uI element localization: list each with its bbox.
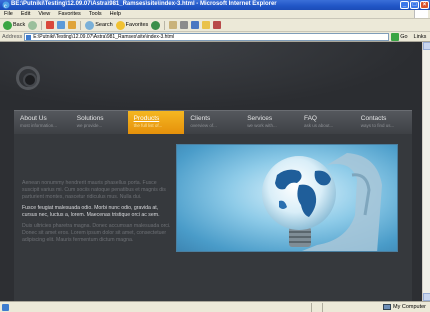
mail-button[interactable] — [169, 21, 178, 29]
menu-view[interactable]: View — [38, 11, 50, 17]
search-label: Search — [95, 22, 113, 28]
toolbar-separator — [41, 20, 43, 30]
menu-help[interactable]: Help — [110, 11, 121, 17]
nav-subtitle: ways to find us... — [360, 123, 395, 128]
go-label: Go — [400, 33, 408, 40]
zone-label: My Computer — [392, 304, 426, 310]
toolbar-separator — [80, 20, 82, 30]
page-done-icon — [2, 303, 9, 311]
globe-lightbulb-illustration — [262, 153, 382, 251]
tools-icon — [213, 21, 222, 29]
nav-title: Services — [247, 115, 273, 122]
maximize-button[interactable]: □ — [410, 1, 419, 9]
toolbar: Back Search Favorites — [0, 19, 430, 32]
nav-subtitle: we work with... — [247, 123, 277, 128]
main-content: Aenean nonummy hendrerit mauris phasellu… — [14, 134, 412, 301]
folder-button[interactable] — [202, 21, 211, 29]
folder-icon — [202, 21, 211, 29]
nav-subtitle: we provide... — [76, 123, 103, 128]
nav-about-us[interactable]: About Us most information... — [14, 111, 71, 135]
nav-products[interactable]: Products the full list of... — [127, 111, 185, 135]
nav-clients[interactable]: Clients overview of... — [184, 111, 241, 135]
nav-title: Contacts — [360, 115, 387, 122]
nav-subtitle: overview of... — [190, 123, 217, 128]
nav-faq[interactable]: FAQ ask us about... — [298, 111, 355, 135]
scroll-down-button[interactable] — [423, 293, 430, 301]
favorites-button[interactable]: Favorites — [115, 20, 149, 30]
windows-logo-icon — [414, 10, 428, 18]
stop-button[interactable] — [46, 21, 55, 29]
web-page: About Us most information... Solutions w… — [0, 42, 422, 301]
stop-icon — [46, 21, 55, 29]
back-arrow-icon — [3, 20, 12, 30]
tools-button[interactable] — [213, 21, 222, 29]
internet-explorer-icon: e — [2, 1, 10, 9]
detail-paragraph: Duis ultricies pharetra magna. Donec acc… — [22, 223, 171, 243]
history-icon — [151, 20, 161, 30]
nav-subtitle: most information... — [20, 123, 58, 128]
window-title: BE:\Putniki\Testing\12.09.07\Astra\981_R… — [11, 1, 277, 7]
nav-solutions[interactable]: Solutions we provide... — [71, 111, 128, 135]
status-bar: My Computer — [0, 301, 430, 312]
search-icon — [85, 20, 95, 30]
computer-icon — [382, 304, 391, 310]
page-icon — [26, 34, 32, 40]
nav-subtitle: the full list of... — [133, 123, 163, 128]
address-label: Address — [2, 33, 23, 40]
go-button[interactable]: Go — [391, 32, 408, 41]
site-logo[interactable] — [16, 66, 40, 90]
intro-paragraph: Aenean nonummy hendrerit mauris phasellu… — [22, 180, 166, 200]
highlight-paragraph: Fusce feugiat malesuada odio. Morbi nunc… — [22, 205, 160, 218]
menu-tools[interactable]: Tools — [89, 11, 102, 17]
home-button[interactable] — [68, 21, 77, 29]
nav-services[interactable]: Services we work with... — [241, 111, 298, 135]
status-cell — [322, 302, 323, 312]
forward-button[interactable] — [28, 20, 38, 30]
print-button[interactable] — [180, 21, 189, 29]
home-icon — [68, 21, 77, 29]
favorites-label: Favorites — [125, 22, 149, 28]
edit-button[interactable] — [191, 21, 200, 29]
site-header — [0, 42, 422, 110]
address-input[interactable]: E:\Putniki\Testing\12.09.07\Astra\981_Ra… — [24, 32, 390, 41]
security-zone: My Computer — [382, 304, 426, 310]
refresh-icon — [57, 21, 66, 29]
refresh-button[interactable] — [57, 21, 66, 29]
back-label: Back — [13, 22, 26, 28]
status-cell — [311, 302, 312, 312]
menu-favorites[interactable]: Favorites — [58, 11, 81, 17]
back-button[interactable]: Back — [3, 20, 26, 30]
menu-edit[interactable]: Edit — [21, 11, 30, 17]
site-nav: About Us most information... Solutions w… — [14, 110, 412, 135]
scroll-up-button[interactable] — [423, 42, 430, 50]
address-value: E:\Putniki\Testing\12.09.07\Astra\981_Ra… — [33, 33, 175, 40]
go-arrow-icon — [391, 32, 400, 41]
nav-title: Solutions — [76, 115, 104, 122]
links-button[interactable]: Links — [414, 34, 427, 40]
history-button[interactable] — [151, 20, 161, 30]
edit-icon — [191, 21, 200, 29]
star-icon — [115, 20, 125, 30]
toolbar-separator — [164, 20, 166, 30]
print-icon — [180, 21, 189, 29]
minimize-button[interactable]: _ — [400, 1, 409, 9]
menu-file[interactable]: File — [4, 11, 13, 17]
svg-text:e: e — [4, 4, 7, 10]
nav-subtitle: ask us about... — [303, 123, 334, 128]
nav-title: About Us — [20, 115, 47, 122]
nav-contacts[interactable]: Contacts ways to find us... — [355, 111, 412, 135]
nav-title: FAQ — [303, 115, 317, 122]
mail-icon — [169, 21, 178, 29]
menu-bar: File Edit View Favorites Tools Help — [0, 10, 430, 19]
hero-image — [176, 144, 398, 252]
nav-title: Products — [133, 115, 160, 122]
forward-arrow-icon — [28, 20, 38, 30]
close-button[interactable]: × — [420, 1, 429, 9]
search-button[interactable]: Search — [85, 20, 113, 30]
vertical-scrollbar[interactable] — [422, 42, 430, 301]
nav-title: Clients — [190, 115, 211, 122]
intro-text: Aenean nonummy hendrerit mauris phasellu… — [22, 180, 174, 248]
window-title-bar: e BE:\Putniki\Testing\12.09.07\Astra\981… — [0, 0, 430, 10]
address-bar: Address E:\Putniki\Testing\12.09.07\Astr… — [0, 32, 430, 42]
